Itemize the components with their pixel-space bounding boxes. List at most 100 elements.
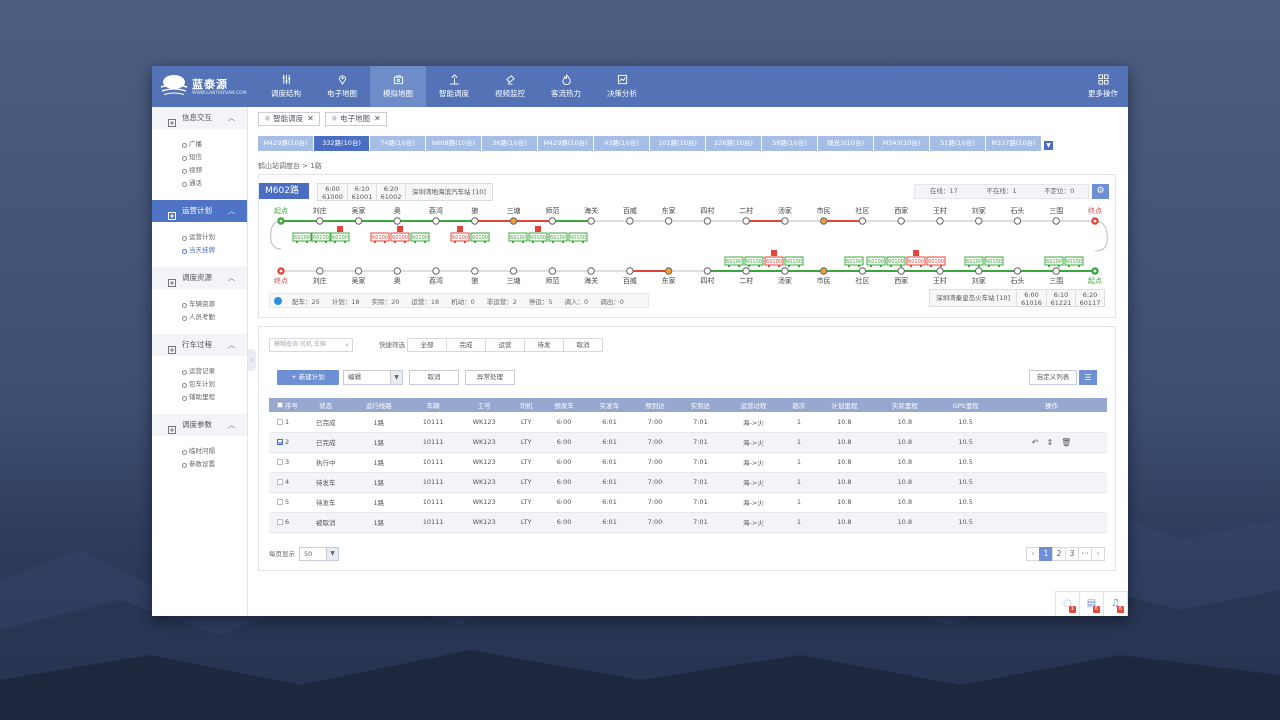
departure-slot[interactable]: 6:10 61221 xyxy=(1046,290,1075,307)
bus-marker[interactable]: 60100 xyxy=(984,256,1004,268)
station-node[interactable] xyxy=(664,267,673,275)
route-tab[interactable]: M337路(10台) xyxy=(986,136,1042,151)
station-node[interactable] xyxy=(1013,267,1022,275)
nav-item-6[interactable]: 客流热力 xyxy=(538,66,594,107)
more-routes-chevron-icon[interactable]: ▼ xyxy=(1044,141,1053,150)
filter-button[interactable]: 运营 xyxy=(485,338,525,352)
bus-marker[interactable]: 60100 xyxy=(1044,256,1064,268)
station-node[interactable] xyxy=(587,217,595,225)
station-node[interactable] xyxy=(354,267,363,275)
nav-item-2[interactable]: 电子地图 xyxy=(314,66,370,107)
search-input[interactable]: 模糊查询 司机 车辆 ⌕ xyxy=(269,338,353,352)
sidebar-group-5[interactable]: 调度参数 ︿ xyxy=(152,414,247,436)
sidebar-item[interactable]: 视频 xyxy=(182,164,247,177)
bus-marker[interactable]: 60100 xyxy=(906,250,926,268)
next-page-icon[interactable]: › xyxy=(1091,547,1105,561)
list-view-icon[interactable]: ☰ xyxy=(1079,370,1097,385)
row-checkbox[interactable] xyxy=(269,512,285,533)
route-tab[interactable]: M343(10台) xyxy=(874,136,930,151)
station-node[interactable] xyxy=(626,267,634,275)
page-button[interactable]: 2 xyxy=(1052,547,1066,561)
sidebar-item[interactable]: 参数设置 xyxy=(182,458,247,471)
station-node[interactable] xyxy=(897,267,905,275)
sidebar-group-3[interactable]: 调度资源 ︿ xyxy=(152,267,247,289)
station-node[interactable] xyxy=(548,217,557,225)
bus-marker[interactable]: 60100 xyxy=(744,256,764,268)
bus-marker[interactable]: 60100 xyxy=(528,226,548,244)
bell-button[interactable]: ♫ 6 xyxy=(1103,591,1128,616)
departure-slot[interactable]: 6:20 61002 xyxy=(376,184,405,201)
filter-button[interactable]: 取消 xyxy=(563,338,603,352)
station-node[interactable] xyxy=(975,267,983,275)
exception-button[interactable]: 异常处理 xyxy=(465,370,515,385)
chat-button[interactable]: ◌ 1 xyxy=(1055,591,1080,616)
custom-columns-button[interactable]: 自定义列表 xyxy=(1029,370,1077,385)
station-node[interactable] xyxy=(354,217,363,225)
station-node[interactable] xyxy=(393,217,401,225)
bus-marker[interactable]: 60100 xyxy=(926,256,946,268)
bus-marker[interactable]: 60100 xyxy=(784,256,804,268)
tab-smart-dispatch[interactable]: ☼ 智能调度 ✕ xyxy=(258,112,320,126)
station-node[interactable] xyxy=(509,217,518,225)
station-node[interactable] xyxy=(936,217,944,225)
bus-marker[interactable]: 60100 xyxy=(1064,256,1084,268)
sidebar-group-2[interactable]: 运营计划 ︿ xyxy=(152,200,247,222)
bus-marker[interactable]: 60100 xyxy=(410,232,430,244)
route-tab[interactable]: 74路(10台) xyxy=(370,136,426,151)
route-tab[interactable]: 观光3(10台) xyxy=(818,136,874,151)
nav-item-7[interactable]: 决策分析 xyxy=(594,66,650,107)
departure-slot[interactable]: 6:00 61016 xyxy=(1017,290,1046,307)
row-checkbox[interactable] xyxy=(269,472,285,493)
search-icon[interactable]: ⌕ xyxy=(345,339,349,351)
bus-marker[interactable]: 60100 xyxy=(964,256,984,268)
departure-slot[interactable]: 6:20 60117 xyxy=(1075,290,1104,307)
station-node[interactable] xyxy=(819,217,828,225)
bus-marker[interactable]: 60100 xyxy=(292,232,312,244)
sort-icon[interactable]: ⇕ xyxy=(1046,438,1053,447)
nav-item-5[interactable]: 视频监控 xyxy=(482,66,538,107)
sidebar-item[interactable]: 运营记录 xyxy=(182,365,247,378)
bus-marker[interactable]: 60100 xyxy=(866,256,886,268)
row-checkbox[interactable] xyxy=(269,492,285,513)
brand-logo[interactable]: 蓝泰源 WWW.LANTAIYUAN.COM xyxy=(160,74,260,100)
nav-item-1[interactable]: 调度结构 xyxy=(258,66,314,107)
station-node[interactable] xyxy=(742,217,750,225)
route-tab[interactable]: 51路(10台) xyxy=(930,136,986,151)
station-node[interactable] xyxy=(316,267,324,275)
station-node[interactable] xyxy=(316,217,324,225)
filter-button[interactable]: 全部 xyxy=(407,338,447,352)
station-node[interactable] xyxy=(587,267,595,275)
route-tab[interactable]: 36路(10台) xyxy=(482,136,538,151)
bus-marker[interactable]: 60100 xyxy=(470,232,490,244)
sidebar-item[interactable]: 辅助里程 xyxy=(182,391,247,404)
route-tab[interactable]: 332路(10台) xyxy=(314,136,370,151)
page-size-select[interactable]: 50 ▼ xyxy=(299,547,339,561)
station-node[interactable] xyxy=(703,217,712,225)
station-node[interactable] xyxy=(703,267,712,275)
sidebar-item[interactable]: 当天挂牌 xyxy=(182,244,247,257)
row-checkbox[interactable] xyxy=(269,412,285,433)
table-row[interactable]: 1 已完成 1路 10111 WK123 LTY 6:00 6:01 7:00 7:01 海->火 1… xyxy=(269,412,1107,433)
route-tab[interactable]: 43路(10台) xyxy=(594,136,650,151)
table-row[interactable]: 6 被取消 1路 10111 WK123 LTY 6:00 6:01 7:00 7:01 海->火 1… xyxy=(269,512,1107,533)
station-node[interactable] xyxy=(471,267,479,275)
bus-marker[interactable]: 60100 xyxy=(390,226,410,244)
bus-marker[interactable]: 60100 xyxy=(568,232,588,244)
departure-slot[interactable]: 6:00 61000 xyxy=(318,184,347,201)
edit-select[interactable]: 编辑 ▼ xyxy=(343,370,403,385)
station-node[interactable] xyxy=(781,217,789,225)
filter-button[interactable]: 完成 xyxy=(446,338,486,352)
prev-page-icon[interactable]: ‹ xyxy=(1026,547,1040,561)
station-node[interactable] xyxy=(858,217,867,225)
bus-marker[interactable]: 60100 xyxy=(764,250,784,268)
filter-button[interactable]: 待发 xyxy=(524,338,564,352)
station-node[interactable] xyxy=(897,217,905,225)
page-button[interactable]: ··· xyxy=(1078,547,1092,561)
bus-marker[interactable]: 60100 xyxy=(330,226,350,244)
bus-marker[interactable]: 60100 xyxy=(724,256,744,268)
station-node[interactable] xyxy=(858,267,867,275)
undo-icon[interactable]: ↶ xyxy=(1032,438,1039,447)
close-icon[interactable]: ✕ xyxy=(374,114,381,123)
page-button[interactable]: 1 xyxy=(1039,547,1053,561)
sidebar-collapse-handle[interactable]: ‹ xyxy=(248,349,256,371)
